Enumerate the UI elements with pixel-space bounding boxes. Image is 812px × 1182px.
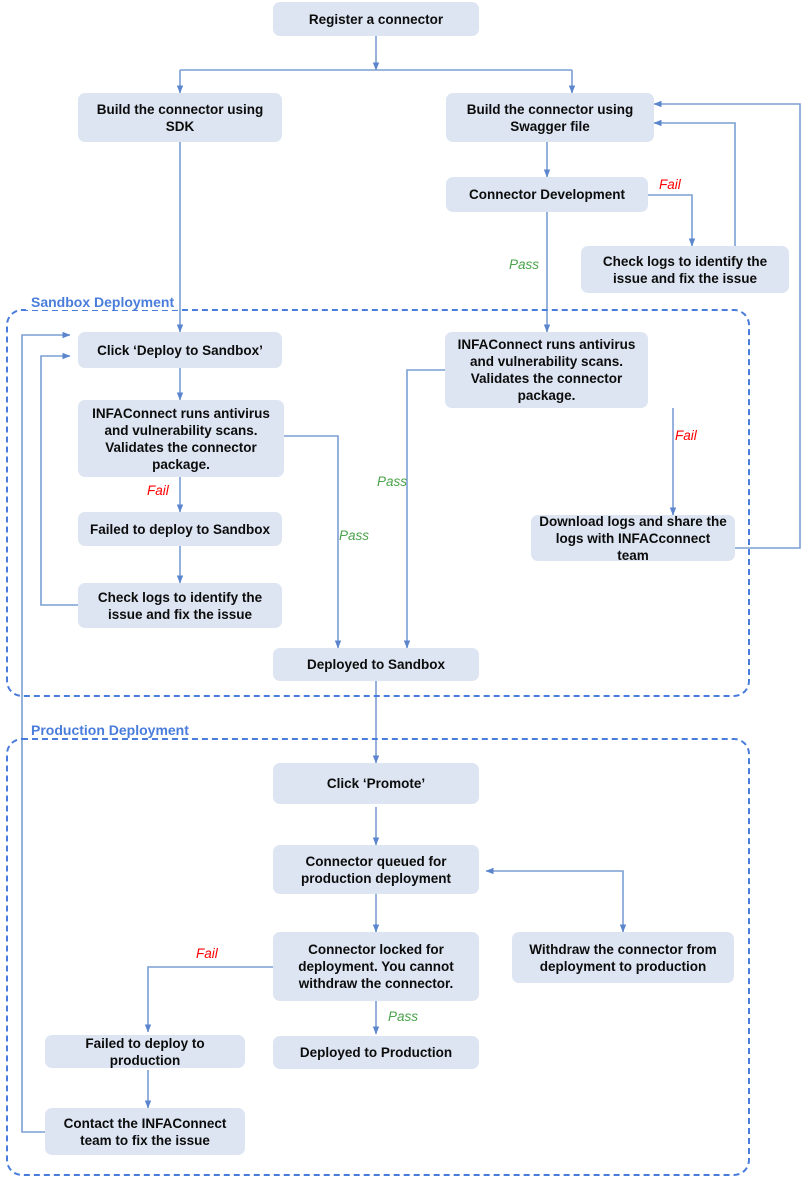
node-scan-validate-sandbox-right[interactable]: INFAConnect runs antivirus and vulnerabi… [445,332,648,408]
edge-label-fail-locked: Fail [196,946,218,961]
node-connector-development[interactable]: Connector Development [446,177,648,212]
edge-label-pass-scan-left: Pass [339,528,370,543]
edge-label-pass-development: Pass [509,257,540,272]
edge-label-fail-scan-right: Fail [675,428,697,443]
node-contact-infaconnect-team[interactable]: Contact the INFAConnect team to fix the … [45,1108,245,1155]
node-failed-to-deploy-production[interactable]: Failed to deploy to production [45,1035,245,1068]
node-connector-queued-production[interactable]: Connector queued for production deployme… [273,845,479,894]
node-register-a-connector[interactable]: Register a connector [273,2,479,36]
node-deployed-to-sandbox[interactable]: Deployed to Sandbox [273,648,479,681]
node-download-logs-share[interactable]: Download logs and share the logs with IN… [531,514,735,563]
node-click-deploy-to-sandbox[interactable]: Click ‘Deploy to Sandbox’ [78,332,282,368]
node-withdraw-connector[interactable]: Withdraw the connector from deployment t… [512,932,734,983]
group-label-sandbox: Sandbox Deployment [26,294,180,310]
node-deployed-to-production[interactable]: Deployed to Production [273,1036,479,1069]
group-label-production: Production Deployment [26,722,194,738]
edge-label-pass-locked: Pass [388,1009,419,1024]
node-build-connector-sdk[interactable]: Build the connector using SDK [78,93,282,142]
edge-label-pass-scan-right: Pass [377,474,408,489]
node-scan-validate-sandbox-left[interactable]: INFAConnect runs antivirus and vulnerabi… [78,400,284,477]
node-connector-locked-deployment[interactable]: Connector locked for deployment. You can… [273,932,479,1001]
node-click-promote[interactable]: Click ‘Promote’ [273,763,479,804]
edge-label-fail-scan-left: Fail [147,483,169,498]
node-check-logs-sandbox[interactable]: Check logs to identify the issue and fix… [78,583,282,628]
node-check-logs-development[interactable]: Check logs to identify the issue and fix… [581,246,789,293]
flowchart-canvas: Sandbox Deployment Production Deployment… [0,0,812,1182]
node-build-connector-swagger[interactable]: Build the connector using Swagger file [446,93,654,142]
node-failed-to-deploy-sandbox[interactable]: Failed to deploy to Sandbox [78,512,282,546]
edge-label-fail-development: Fail [659,177,681,192]
